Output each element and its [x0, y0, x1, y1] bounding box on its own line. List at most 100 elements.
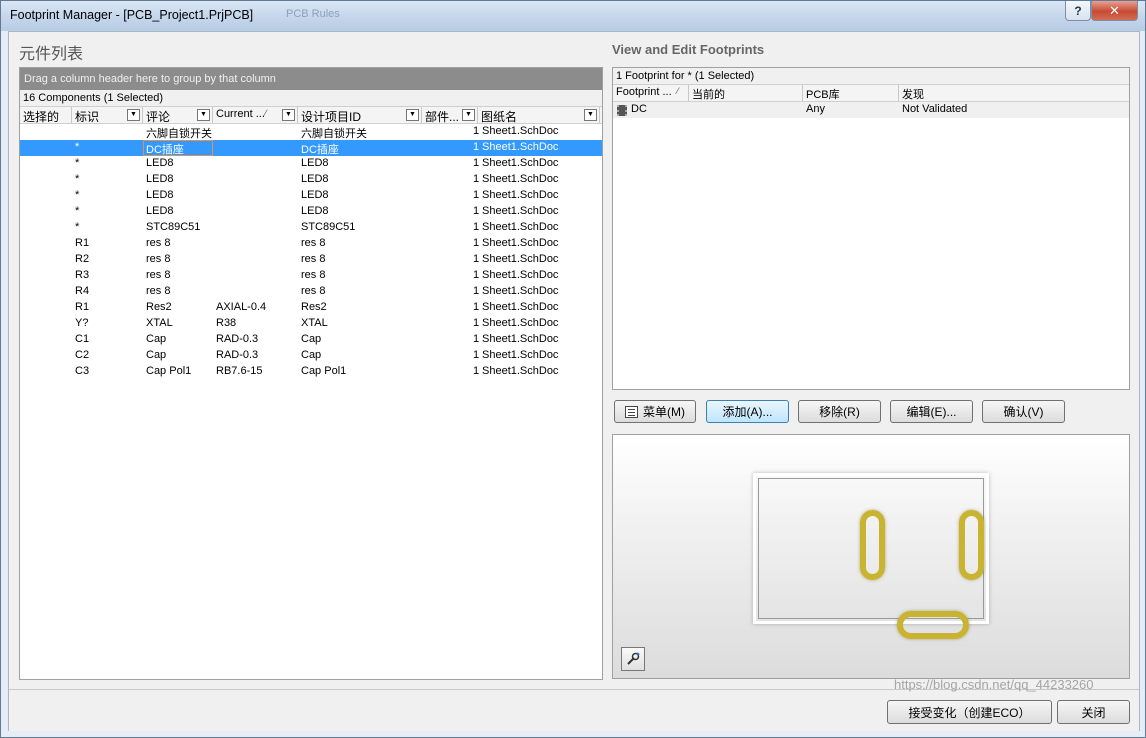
row-part-count: 1 — [473, 205, 480, 217]
table-row[interactable]: R1 res 8 res 8 1 Sheet1.SchDoc — [20, 236, 602, 252]
cell-focus-outline — [143, 140, 213, 156]
table-row[interactable]: * LED8 LED8 1 Sheet1.SchDoc — [20, 204, 602, 220]
table-row[interactable]: R1 Res2 AXIAL-0.4 Res2 1 Sheet1.SchDoc — [20, 300, 602, 316]
table-row[interactable]: R3 res 8 res 8 1 Sheet1.SchDoc — [20, 268, 602, 284]
filter-dropdown-icon[interactable]: ▼ — [462, 109, 475, 121]
row-designator: C1 — [75, 333, 90, 345]
edit-footprint-button[interactable]: 编辑(E)... — [890, 400, 973, 423]
row-designator: * — [75, 157, 80, 169]
help-button[interactable]: ? — [1065, 1, 1091, 21]
table-row[interactable]: C2 Cap RAD-0.3 Cap 1 Sheet1.SchDoc — [20, 348, 602, 364]
table-row[interactable]: R4 res 8 res 8 1 Sheet1.SchDoc — [20, 284, 602, 300]
table-row[interactable]: Y? XTAL R38 XTAL 1 Sheet1.SchDoc — [20, 316, 602, 332]
component-list-header: 选择的 标识 ▼ 评论 ▼ Current ... ⁄ ▼ 设计项目ID ▼ 部件... ▼… — [20, 107, 602, 124]
row-part-count: 1 — [473, 301, 480, 313]
group-by-bar[interactable]: Drag a column header here to group by th… — [20, 68, 602, 90]
row-comment: LED8 — [146, 157, 174, 169]
close-window-button[interactable]: ✕ — [1091, 1, 1138, 21]
column-header-design-item-id[interactable]: 设计项目ID ▼ — [298, 107, 422, 123]
row-comment: res 8 — [146, 269, 171, 281]
footprint-preview[interactable] — [612, 434, 1130, 679]
table-row[interactable]: R2 res 8 res 8 1 Sheet1.SchDoc — [20, 252, 602, 268]
filter-dropdown-icon[interactable]: ▼ — [282, 109, 295, 121]
table-row[interactable]: * DC插座 DC插座 1 Sheet1.SchDoc — [20, 140, 602, 156]
row-sheet-name: Sheet1.SchDoc — [482, 189, 559, 201]
column-header-designator[interactable]: 标识 ▼ — [72, 107, 143, 123]
row-sheet-name: Sheet1.SchDoc — [482, 173, 559, 185]
table-row[interactable]: C3 Cap Pol1 RB7.6-15 Cap Pol1 1 Sheet1.SchDoc — [20, 364, 602, 380]
menu-list-icon — [625, 405, 638, 418]
footprint-list-grid: 1 Footprint for * (1 Selected) Footprint… — [612, 67, 1130, 390]
footprint-chip-icon — [617, 105, 627, 116]
filter-dropdown-icon[interactable]: ▼ — [127, 109, 140, 121]
component-rows: 六脚自锁开关 六脚自锁开关 1 Sheet1.SchDoc * DC插座 DC插座 1 Shee… — [20, 124, 602, 380]
column-header-part-count[interactable]: 部件... ▼ — [422, 107, 478, 123]
table-row[interactable]: * STC89C51 STC89C51 1 Sheet1.SchDoc — [20, 220, 602, 236]
close-button[interactable]: 关闭 — [1057, 700, 1130, 724]
footprint-pad — [860, 510, 885, 580]
table-row[interactable]: * LED8 LED8 1 Sheet1.SchDoc — [20, 188, 602, 204]
row-sheet-name: Sheet1.SchDoc — [482, 157, 559, 169]
table-row[interactable]: * LED8 LED8 1 Sheet1.SchDoc — [20, 172, 602, 188]
row-comment: res 8 — [146, 285, 171, 297]
table-row[interactable]: 六脚自锁开关 六脚自锁开关 1 Sheet1.SchDoc — [20, 124, 602, 140]
add-footprint-button[interactable]: 添加(A)... — [706, 400, 789, 423]
column-header-footprint[interactable]: Footprint ... ⁄ — [613, 85, 689, 101]
component-count: 16 Components (1 Selected) — [20, 90, 602, 107]
filter-dropdown-icon[interactable]: ▼ — [406, 109, 419, 121]
validate-footprint-button[interactable]: 确认(V) — [982, 400, 1065, 423]
column-header-sheet-name[interactable]: 图纸名 ▼ — [478, 107, 600, 123]
row-sheet-name: Sheet1.SchDoc — [482, 205, 559, 217]
column-header-selected[interactable]: 选择的 — [20, 107, 72, 123]
row-current-footprint: RB7.6-15 — [216, 365, 263, 377]
row-design-item-id: XTAL — [301, 317, 328, 329]
filter-dropdown-icon[interactable]: ▼ — [584, 109, 597, 121]
row-design-item-id: res 8 — [301, 253, 326, 265]
preview-tool-button[interactable] — [621, 647, 645, 671]
row-part-count: 1 — [473, 349, 480, 361]
footprint-row[interactable]: DC Any Not Validated — [613, 102, 1129, 118]
row-sheet-name: Sheet1.SchDoc — [482, 253, 559, 265]
row-part-count: 1 — [473, 269, 480, 281]
column-header-found[interactable]: 发现 — [899, 85, 1129, 101]
row-comment: LED8 — [146, 205, 174, 217]
footprint-pad — [897, 611, 969, 639]
row-design-item-id: LED8 — [301, 157, 329, 169]
footprint-library: Any — [806, 103, 825, 115]
column-header-comment[interactable]: 评论 ▼ — [143, 107, 213, 123]
row-comment: res 8 — [146, 237, 171, 249]
row-comment: Res2 — [146, 301, 172, 313]
table-row[interactable]: C1 Cap RAD-0.3 Cap 1 Sheet1.SchDoc — [20, 332, 602, 348]
row-comment: XTAL — [146, 317, 173, 329]
footprint-found-status: Not Validated — [902, 103, 968, 115]
row-sheet-name: Sheet1.SchDoc — [482, 333, 559, 345]
row-design-item-id: DC插座 — [301, 144, 339, 156]
column-header-current-footprint[interactable]: Current ... ⁄ ▼ — [213, 107, 298, 123]
footprint-pad — [959, 510, 984, 580]
row-part-count: 1 — [473, 285, 480, 297]
row-designator: C3 — [75, 365, 90, 377]
row-designator: R1 — [75, 301, 90, 313]
menu-button[interactable]: 菜单(M) — [614, 400, 696, 423]
remove-footprint-button[interactable]: 移除(R) — [798, 400, 881, 423]
footprint-list-header: Footprint ... ⁄ 当前的 PCB库 发现 — [613, 85, 1129, 102]
footprint-name: DC — [631, 103, 647, 115]
table-row[interactable]: * LED8 LED8 1 Sheet1.SchDoc — [20, 156, 602, 172]
wrench-icon — [627, 652, 640, 665]
row-current-footprint: R38 — [216, 317, 237, 329]
row-design-item-id: res 8 — [301, 285, 326, 297]
column-header-current[interactable]: 当前的 — [689, 85, 803, 101]
column-header-pcb-library[interactable]: PCB库 — [803, 85, 899, 101]
row-current-footprint: RAD-0.3 — [216, 349, 259, 361]
row-design-item-id: res 8 — [301, 269, 326, 281]
row-part-count: 1 — [473, 221, 480, 233]
row-design-item-id: LED8 — [301, 205, 329, 217]
row-comment: LED8 — [146, 189, 174, 201]
row-part-count: 1 — [473, 173, 480, 185]
row-sheet-name: Sheet1.SchDoc — [482, 237, 559, 249]
footprint-manager-window: Footprint Manager - [PCB_Project1.PrjPCB… — [0, 0, 1146, 738]
accept-changes-button[interactable]: 接受变化（创建ECO） — [887, 700, 1052, 724]
row-part-count: 1 — [473, 125, 480, 137]
filter-dropdown-icon[interactable]: ▼ — [197, 109, 210, 121]
row-designator: Y? — [75, 317, 89, 329]
